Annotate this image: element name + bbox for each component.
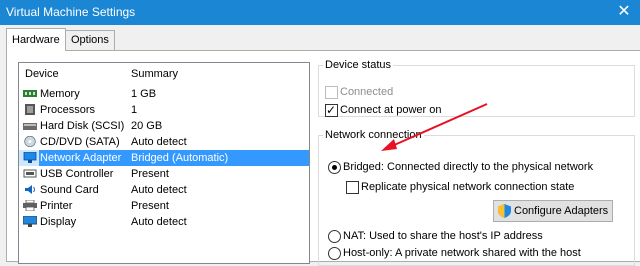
speaker-icon <box>25 185 35 194</box>
device-name: Network Adapter <box>40 152 122 164</box>
device-row-network-adapter[interactable]: Network Adapter Bridged (Automatic) <box>19 150 309 166</box>
device-summary: Bridged (Automatic) <box>131 152 229 164</box>
configure-adapters-button[interactable]: Configure Adapters <box>493 200 614 222</box>
column-header-summary[interactable]: Summary <box>131 68 178 80</box>
device-name: Memory <box>40 88 80 100</box>
device-status-legend: Device status <box>325 59 392 71</box>
bridged-radio-button[interactable] <box>328 161 341 174</box>
nat-radio-button[interactable] <box>328 230 341 243</box>
device-summary: Present <box>131 168 169 180</box>
device-name: Processors <box>40 104 96 116</box>
device-name: Display <box>40 216 77 228</box>
device-row-processors[interactable]: Processors 1 <box>19 102 309 118</box>
memory-icon <box>23 90 37 97</box>
host-only-radio-button[interactable] <box>328 247 341 260</box>
hardware-pane: Device Summary Memory 1 GB Processors 1 … <box>6 50 640 266</box>
bridged-label: Bridged: Connected directly to the physi… <box>343 161 594 173</box>
device-summary: Auto detect <box>131 216 187 228</box>
column-header-device[interactable]: Device <box>25 68 59 80</box>
cd-dvd-icon <box>24 136 36 147</box>
device-name: CD/DVD (SATA) <box>40 136 120 148</box>
network-connection-group: Network connection Bridged: Connected di… <box>318 129 635 266</box>
connected-label: Connected <box>340 86 394 98</box>
device-status-group: Device status Connected Connect at power… <box>318 59 635 118</box>
device-list-header: Device Summary <box>19 63 309 83</box>
device-summary: Auto detect <box>131 136 187 148</box>
replicate-state-label: Replicate physical network connection st… <box>361 181 575 193</box>
device-summary: Auto detect <box>131 184 187 196</box>
title-bar: Virtual Machine Settings ✕ <box>0 0 640 25</box>
tab-hardware[interactable]: Hardware <box>6 28 66 51</box>
device-row-memory[interactable]: Memory 1 GB <box>19 86 309 102</box>
close-icon[interactable]: ✕ <box>612 1 636 23</box>
connect-at-power-on-box[interactable] <box>325 102 338 118</box>
replicate-state-box[interactable] <box>346 181 359 194</box>
tab-options[interactable]: Options <box>65 30 115 50</box>
usb-icon <box>23 169 37 178</box>
network-adapter-icon <box>23 152 37 163</box>
nat-label: NAT: Used to share the host's IP address <box>343 230 543 242</box>
device-summary: 1 <box>131 104 138 116</box>
network-connection-legend: Network connection <box>325 129 422 141</box>
device-summary: 20 GB <box>131 120 163 132</box>
device-name: Sound Card <box>40 184 99 196</box>
device-list[interactable]: Device Summary Memory 1 GB Processors 1 … <box>18 62 310 264</box>
host-only-label: Host-only: A private network shared with… <box>343 247 581 259</box>
device-row-hard-disk[interactable]: Hard Disk (SCSI) 20 GB <box>19 118 309 134</box>
display-icon <box>23 216 37 227</box>
device-summary: Present <box>131 200 169 212</box>
printer-icon <box>23 200 37 211</box>
device-row-display[interactable]: Display Auto detect <box>19 214 309 230</box>
processor-icon <box>25 104 35 115</box>
device-name: Hard Disk (SCSI) <box>40 120 125 132</box>
shield-icon <box>498 204 511 218</box>
configure-adapters-label: Configure Adapters <box>514 205 609 217</box>
device-name: USB Controller <box>40 168 114 180</box>
connect-at-power-on-label: Connect at power on <box>340 104 442 116</box>
device-summary: 1 GB <box>131 88 157 100</box>
connected-checkbox-box[interactable] <box>325 86 338 99</box>
window-title: Virtual Machine Settings <box>6 5 136 19</box>
device-row-usb-controller[interactable]: USB Controller Present <box>19 166 309 182</box>
device-name: Printer <box>40 200 73 212</box>
hard-disk-icon <box>23 123 37 130</box>
device-row-cd-dvd[interactable]: CD/DVD (SATA) Auto detect <box>19 134 309 150</box>
device-row-sound-card[interactable]: Sound Card Auto detect <box>19 182 309 198</box>
tab-strip: Hardware Options <box>0 25 640 52</box>
device-row-printer[interactable]: Printer Present <box>19 198 309 214</box>
